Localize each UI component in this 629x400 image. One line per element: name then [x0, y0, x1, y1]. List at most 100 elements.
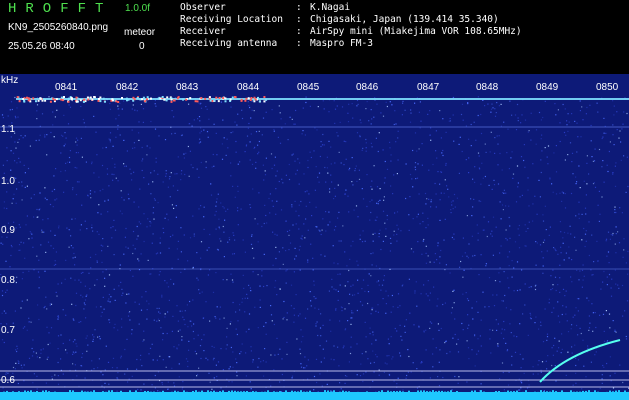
noise-dot: [146, 300, 148, 302]
noise-dot: [36, 110, 38, 112]
noise-dot: [117, 378, 119, 380]
noise-dot: [268, 197, 270, 200]
noise-dot: [535, 316, 537, 318]
carrier-burst: [250, 97, 253, 99]
noise-dot: [60, 134, 63, 136]
noise-dot: [95, 306, 97, 308]
noise-dot: [39, 357, 41, 359]
noise-dot: [497, 323, 499, 325]
noise-dot: [114, 163, 116, 165]
noise-dot: [356, 105, 358, 107]
noise-dot: [356, 343, 358, 345]
noise-dot: [450, 212, 452, 214]
noise-dot: [459, 136, 461, 138]
noise-dot: [178, 344, 180, 346]
noise-dot: [337, 273, 339, 275]
noise-dot: [352, 312, 354, 314]
noise-dot: [553, 152, 555, 154]
noise-dot: [241, 301, 243, 303]
noise-dot: [113, 288, 115, 290]
noise-dot: [90, 267, 92, 269]
noise-dot: [85, 295, 87, 297]
noise-dot: [295, 173, 297, 175]
noise-dot: [172, 234, 174, 236]
noise-dot: [152, 181, 154, 183]
noise-dot: [223, 231, 225, 233]
noise-dot: [111, 237, 113, 239]
noise-dot: [440, 171, 443, 173]
noise-dot: [521, 114, 523, 116]
noise-dot: [606, 164, 608, 166]
noise-dot: [539, 196, 541, 198]
band-spike: [267, 390, 269, 394]
noise-dot: [72, 257, 74, 259]
noise-dot: [553, 247, 555, 249]
noise-dot: [519, 289, 521, 291]
noise-dot: [437, 323, 439, 325]
band-spike: [327, 390, 329, 394]
noise-dot: [320, 254, 322, 256]
noise-dot: [102, 374, 104, 376]
noise-dot: [462, 119, 464, 121]
noise-dot: [215, 210, 217, 213]
noise-dot: [162, 332, 164, 335]
noise-dot: [241, 298, 244, 300]
noise-dot: [540, 138, 542, 140]
noise-dot: [189, 150, 191, 152]
noise-dot: [261, 134, 263, 136]
noise-dot: [80, 224, 82, 226]
noise-dot: [130, 173, 132, 175]
noise-dot: [79, 229, 81, 231]
noise-dot: [177, 189, 179, 191]
noise-dot: [409, 121, 412, 123]
noise-dot: [567, 130, 569, 132]
noise-dot: [76, 375, 78, 377]
noise-dot: [568, 246, 570, 248]
noise-dot: [591, 156, 593, 158]
band-spike: [534, 391, 536, 395]
noise-dot: [601, 166, 603, 168]
noise-dot: [237, 190, 239, 192]
noise-dot: [323, 357, 325, 359]
noise-dot: [435, 130, 437, 132]
noise-dot: [359, 234, 361, 236]
noise-dot: [551, 288, 554, 290]
noise-dot: [27, 167, 30, 170]
noise-dot: [366, 101, 368, 103]
noise-dot: [342, 225, 344, 227]
noise-dot: [63, 145, 65, 147]
noise-dot: [472, 206, 474, 208]
noise-dot: [385, 290, 387, 292]
band-spike: [402, 391, 404, 395]
noise-dot: [518, 224, 520, 227]
noise-dot: [477, 350, 480, 352]
noise-dot: [106, 168, 108, 170]
noise-dot: [76, 167, 78, 169]
noise-dot: [201, 291, 203, 293]
noise-dot: [43, 231, 45, 233]
noise-dot: [560, 252, 562, 254]
noise-dot: [250, 346, 252, 348]
noise-dot: [181, 310, 183, 312]
noise-dot: [434, 182, 436, 185]
noise-dot: [54, 234, 56, 236]
carrier-burst: [247, 97, 250, 100]
noise-dot: [491, 103, 493, 105]
band-spike: [528, 392, 530, 396]
noise-dot: [416, 177, 419, 179]
noise-dot: [181, 170, 183, 172]
noise-dot: [607, 251, 610, 253]
noise-dot: [452, 208, 454, 210]
noise-dot: [57, 375, 59, 377]
noise-dot: [149, 220, 151, 223]
noise-dot: [214, 316, 216, 318]
noise-dot: [80, 281, 82, 283]
noise-dot: [562, 305, 564, 307]
noise-dot: [582, 119, 584, 121]
noise-dot: [7, 222, 10, 224]
carrier-burst: [194, 100, 197, 103]
band-spike: [522, 391, 524, 395]
noise-dot: [148, 303, 150, 305]
band-spike: [24, 390, 26, 394]
noise-dot: [555, 114, 557, 116]
